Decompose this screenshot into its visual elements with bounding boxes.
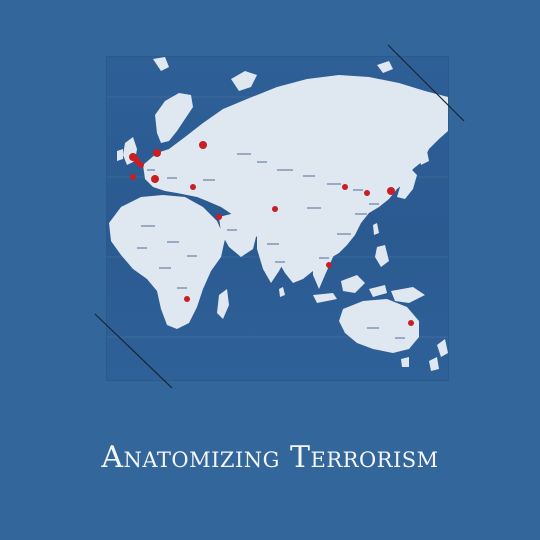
book-cover: Anatomizing Terrorism [0,0,540,540]
top-right-line [387,44,465,122]
cover-title: Anatomizing Terrorism [101,440,439,475]
bottom-left-line [94,313,173,389]
